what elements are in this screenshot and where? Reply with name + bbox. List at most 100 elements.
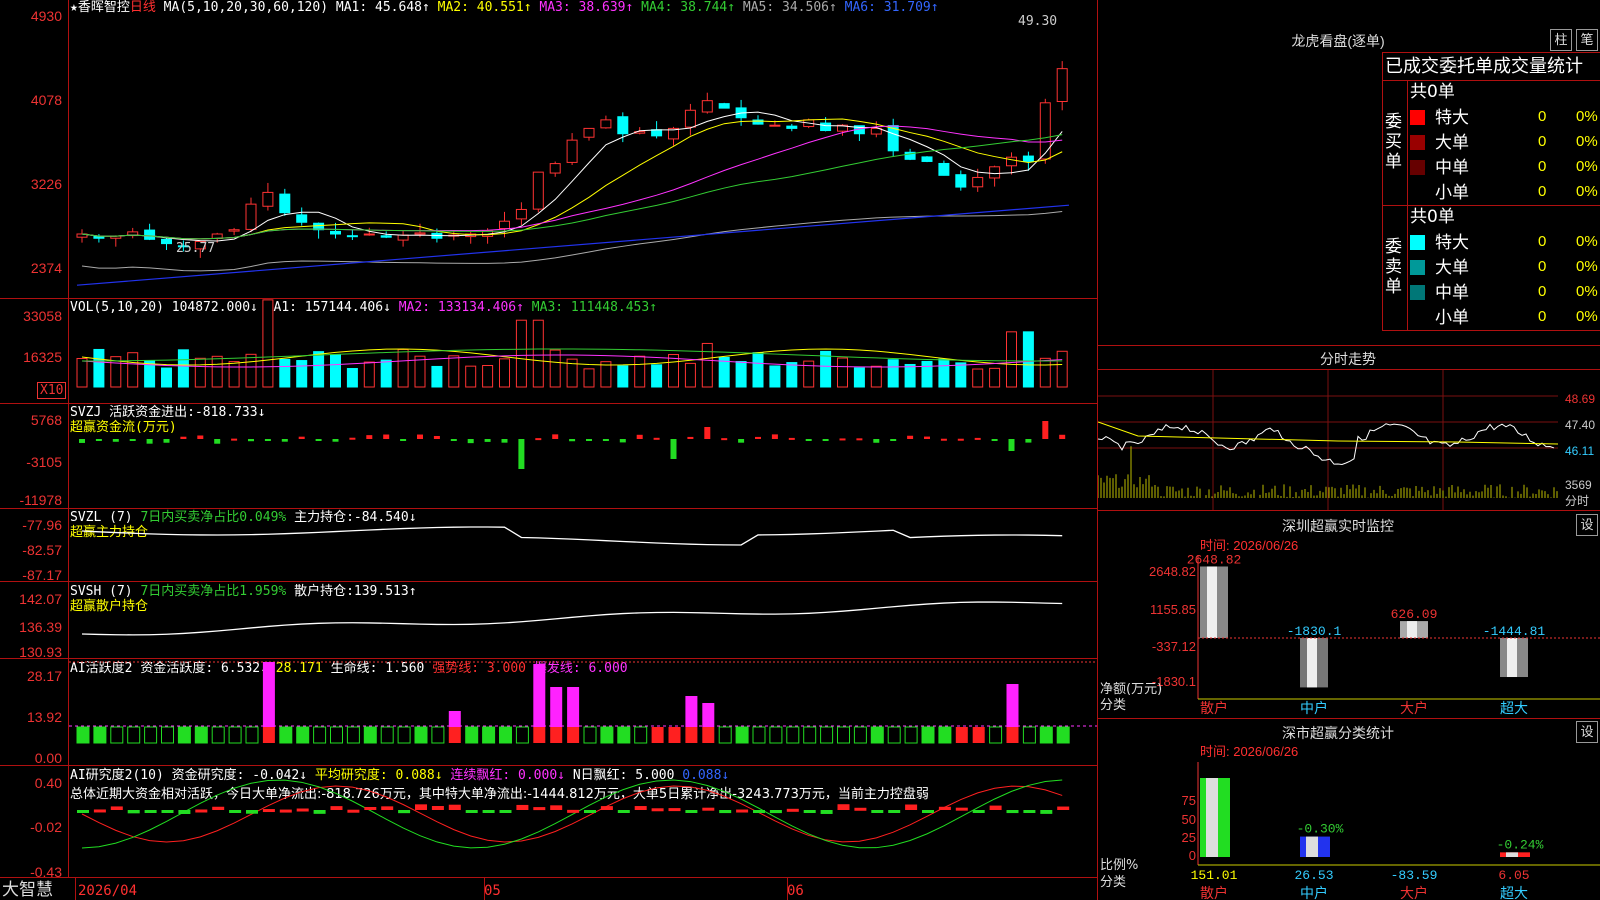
volume-bar <box>499 358 510 388</box>
ai1-bar <box>245 726 259 744</box>
svzj-bar <box>721 438 728 441</box>
svzj-bar <box>924 436 930 439</box>
brand-label: 大智慧 <box>2 880 53 900</box>
data-bar-highlight <box>1206 778 1218 857</box>
ai1-bar <box>144 726 158 744</box>
volume-bar <box>228 361 240 388</box>
candle-body <box>820 122 832 132</box>
svsh-chart[interactable] <box>69 582 1097 658</box>
candle-body <box>363 233 375 236</box>
svzj-bar <box>940 438 947 441</box>
svzj-bar <box>907 435 914 439</box>
svzj-chart[interactable] <box>69 404 1097 508</box>
ai2-bar <box>1040 810 1053 814</box>
ai1-bar <box>177 726 191 744</box>
kline-chart-area[interactable]: 4930 4078 3226 2374 ★香晖智控日线 MA(5,10,20,3… <box>0 0 1098 900</box>
intraday-chart[interactable] <box>1098 370 1600 510</box>
vol-unit: X10 <box>40 383 64 398</box>
ai1-bar <box>414 726 428 744</box>
volume-bar <box>651 364 663 388</box>
candle-body <box>684 109 696 128</box>
volume-bar <box>296 360 308 388</box>
tick-mode-button[interactable]: 笔 <box>1576 29 1598 51</box>
ai1-bar <box>938 726 952 744</box>
svzj-bar <box>231 438 238 441</box>
ai2-bar <box>533 807 546 811</box>
volume-bar <box>414 355 426 388</box>
ai1-bar <box>752 726 766 744</box>
data-bar-highlight <box>1507 638 1517 678</box>
ai2-bar <box>753 810 765 813</box>
ai2-bar <box>634 806 647 810</box>
y-tick: 0.00 <box>34 750 62 766</box>
monitor-bar-chart[interactable]: 2648.821155.85-337.12-1830.12648.82散户-18… <box>1098 555 1600 715</box>
volume-bar <box>313 351 325 388</box>
ai2-bar <box>482 810 495 813</box>
candle-body <box>583 127 595 138</box>
svzj-bar <box>484 439 491 442</box>
svzj-bar <box>535 438 542 441</box>
y-tick: 28.17 <box>26 668 62 684</box>
svzj-bar <box>79 439 85 443</box>
candle-body <box>397 234 409 241</box>
sell-side-text: 委卖单 <box>1385 237 1402 297</box>
y-tick: 75 <box>1182 793 1196 808</box>
volume-bar <box>245 353 257 388</box>
ai1-bar <box>448 727 461 743</box>
svzj-bar <box>214 439 221 444</box>
volume-bar <box>346 368 358 388</box>
ai2-bar <box>161 810 174 813</box>
svzj-bar <box>890 439 897 441</box>
candle-body <box>972 176 984 188</box>
monitor-settings-button[interactable]: 设 <box>1576 514 1598 536</box>
high-price-label: 49.30 <box>1018 14 1058 29</box>
svzj-bar <box>383 434 390 439</box>
row-count: 0 <box>1538 283 1547 300</box>
volume-bar <box>76 357 88 388</box>
candle-body <box>989 166 1001 179</box>
candle-body <box>600 119 612 129</box>
volume-bar <box>735 361 747 388</box>
ai2-bar <box>110 806 123 810</box>
svzj-bar <box>400 439 407 441</box>
candle-body <box>1006 156 1017 167</box>
volume-bar <box>211 355 223 388</box>
row-name: 特大 <box>1435 233 1469 253</box>
candle-body <box>414 232 426 235</box>
candle-body <box>330 230 341 235</box>
svzj-bar <box>670 439 677 459</box>
buy-total: 共0单 <box>1410 82 1455 102</box>
bar-mode-button[interactable]: 柱 <box>1550 29 1572 51</box>
candlestick-chart[interactable] <box>69 0 1097 298</box>
ai1-bar <box>533 664 546 727</box>
volume-bar <box>431 365 443 388</box>
ai1-bar <box>955 727 968 743</box>
row-count: 0 <box>1538 108 1547 125</box>
svzl-chart[interactable] <box>69 509 1097 581</box>
ai1-bar <box>161 726 174 744</box>
volume-bar <box>515 319 527 388</box>
volume-bar <box>989 367 1001 388</box>
ai1-bar <box>685 696 698 727</box>
classify-settings-button[interactable]: 设 <box>1576 721 1598 743</box>
svzj-bar <box>332 439 339 442</box>
ai2-chart[interactable] <box>69 766 1097 877</box>
ai1-bar <box>448 711 461 727</box>
ai1-bar <box>363 726 377 744</box>
classify-bar-chart[interactable]: 75 50 25 0 151.01 散户 26.53 中户 -0.30% -83.59 大户 6.05… <box>1098 762 1600 900</box>
row-count: 0 <box>1538 133 1547 150</box>
ai2-bar <box>127 810 140 814</box>
candle-body <box>718 103 730 109</box>
vol-unit-badge: X10 <box>37 382 67 399</box>
ai1-chart[interactable] <box>69 659 1097 765</box>
volume-chart[interactable] <box>69 299 1097 403</box>
candle-body <box>532 171 544 210</box>
candle-body <box>346 235 358 238</box>
pct-label: -0.24% <box>1497 837 1544 852</box>
ai2-bar <box>77 810 89 813</box>
ai2-bar <box>1006 810 1019 814</box>
ai1-bar <box>887 726 901 744</box>
ai1-bar <box>870 726 884 744</box>
ai2-bar <box>195 809 208 813</box>
ai2-bar <box>381 806 394 810</box>
